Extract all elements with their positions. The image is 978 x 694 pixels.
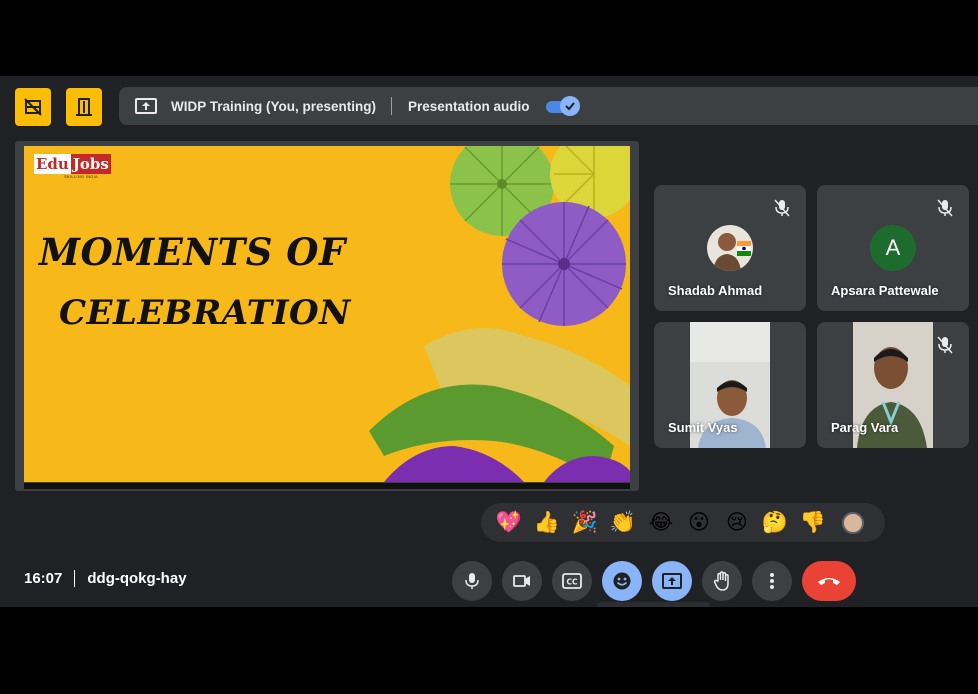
participant-name: Sumit Vyas (668, 420, 738, 435)
reaction-sparkling-heart[interactable]: 💖 (490, 508, 528, 538)
end-call-icon (818, 578, 840, 585)
slide-title-line-1: MOMENTS OF (39, 230, 346, 274)
participant-name: Parag Vara (831, 420, 899, 435)
reaction-thumbs-up[interactable]: 👍 (528, 508, 566, 538)
presentation-audio-label: Presentation audio (408, 98, 530, 114)
logo-edu-text: Edu (34, 154, 71, 174)
avatar: A (870, 225, 916, 271)
raise-hand-button[interactable] (702, 561, 742, 601)
emoji-icon (613, 572, 631, 590)
meeting-time: 16:07 (24, 570, 63, 587)
slide-preview-strip (24, 483, 630, 489)
skin-tone-picker[interactable] (842, 511, 864, 534)
slide-title-line-2: CELEBRATION (59, 293, 351, 333)
presentation-slide: Edu Jobs SKILLING INDIA MOMENTS OF CELEB… (24, 146, 630, 482)
reactions-button[interactable] (602, 561, 642, 601)
participant-tile-parag[interactable]: Parag Vara (817, 322, 969, 448)
reaction-tears-of-joy[interactable]: 😂 (642, 508, 680, 538)
reaction-crying[interactable]: 😢 (718, 508, 756, 538)
logo-jobs-text: Jobs (70, 154, 111, 174)
edujobs-logo: Edu Jobs SKILLING INDIA (34, 154, 111, 186)
presentation-bar: WIDP Training (You, presenting) Presenta… (119, 87, 978, 125)
hide-layout-button[interactable] (15, 88, 51, 126)
present-screen-icon (134, 97, 158, 115)
present-screen-icon (662, 573, 682, 589)
present-button[interactable] (652, 561, 692, 601)
reaction-party-popper[interactable]: 🎉 (566, 508, 604, 538)
exit-button[interactable] (66, 88, 102, 126)
presentation-audio-toggle[interactable] (545, 96, 580, 116)
meeting-info: 16:07 ddg-qokg-hay (24, 570, 187, 587)
raise-hand-icon (713, 571, 729, 591)
reaction-surprised[interactable]: 😮 (680, 508, 718, 538)
mic-off-icon (937, 199, 953, 217)
divider (391, 97, 393, 115)
participant-tile-sumit[interactable]: Sumit Vyas (654, 322, 806, 448)
microphone-icon (465, 573, 479, 589)
captions-button[interactable]: CC (552, 561, 592, 601)
meeting-stage: WIDP Training (You, presenting) Presenta… (0, 76, 978, 607)
camera-button[interactable] (502, 561, 542, 601)
microphone-button[interactable] (452, 561, 492, 601)
meeting-code[interactable]: ddg-qokg-hay (87, 570, 186, 587)
participant-name: Apsara Pattewale (831, 283, 939, 298)
participant-tile-apsara[interactable]: A Apsara Pattewale (817, 185, 969, 311)
presentation-frame: Edu Jobs SKILLING INDIA MOMENTS OF CELEB… (15, 141, 639, 491)
exit-door-icon (76, 98, 92, 116)
divider (74, 570, 76, 587)
hide-layout-icon (24, 98, 42, 116)
participant-name: Shadab Ahmad (668, 283, 763, 298)
reaction-clapping[interactable]: 👏 (604, 508, 642, 538)
logo-tagline: SKILLING INDIA (64, 174, 98, 179)
mic-off-icon (774, 199, 790, 217)
reaction-thumbs-down[interactable]: 👎 (794, 508, 832, 538)
mic-off-icon (937, 336, 953, 354)
avatar (707, 225, 753, 271)
camera-icon (513, 575, 530, 587)
top-bar: WIDP Training (You, presenting) Presenta… (0, 76, 978, 138)
more-options-button[interactable] (752, 561, 792, 601)
check-icon (564, 102, 575, 111)
reactions-bar: 💖 👍 🎉 👏 😂 😮 😢 🤔 👎 (481, 503, 885, 542)
more-options-icon (770, 573, 774, 589)
reaction-thinking[interactable]: 🤔 (756, 508, 794, 538)
captions-icon: CC (562, 573, 582, 589)
svg-text:CC: CC (566, 578, 578, 587)
panel-handle (597, 602, 710, 607)
presentation-title: WIDP Training (You, presenting) (171, 98, 377, 114)
end-call-button[interactable] (802, 561, 856, 601)
participant-tile-shadab[interactable]: Shadab Ahmad (654, 185, 806, 311)
